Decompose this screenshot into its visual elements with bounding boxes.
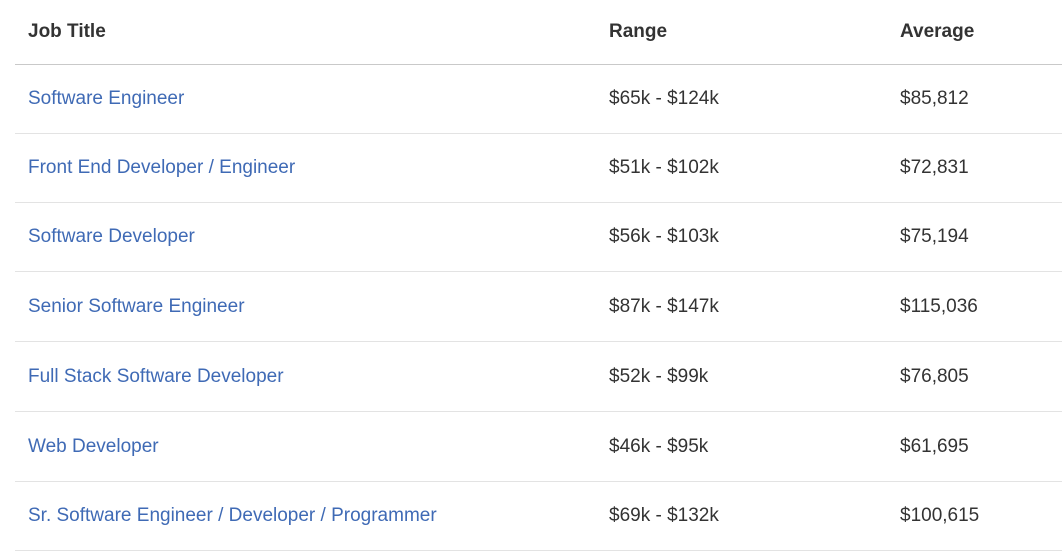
average-cell: $115,036 [887,271,1062,342]
average-cell: $76,805 [887,341,1062,412]
job-title-link[interactable]: Software Developer [28,226,195,247]
job-title-link[interactable]: Senior Software Engineer [28,296,245,317]
job-title-link[interactable]: Sr. Software Engineer / Developer / Prog… [28,505,437,526]
table-row: Senior Software Engineer $87k - $147k $1… [15,271,1062,342]
table-row: Software Developer $56k - $103k $75,194 [15,202,1062,272]
range-cell: $52k - $99k [596,341,887,412]
header-job-title: Job Title [15,0,596,65]
average-cell: $85,812 [887,64,1062,134]
job-title-cell: Full Stack Software Developer [15,341,596,412]
job-title-cell: Software Developer [15,202,596,272]
range-cell: $65k - $124k [596,64,887,134]
table-row: Front End Developer / Engineer $51k - $1… [15,133,1062,203]
job-title-link[interactable]: Front End Developer / Engineer [28,157,295,178]
table-row: Full Stack Software Developer $52k - $99… [15,341,1062,412]
range-cell: $46k - $95k [596,411,887,482]
range-cell: $51k - $102k [596,133,887,203]
job-title-link[interactable]: Full Stack Software Developer [28,366,284,387]
job-title-cell: Senior Software Engineer [15,271,596,342]
average-cell: $75,194 [887,202,1062,272]
average-cell: $100,615 [887,481,1062,551]
header-row: Job Title Range Average [15,0,1062,65]
table-body: Software Engineer $65k - $124k $85,812 F… [15,64,1062,551]
table-row: Sr. Software Engineer / Developer / Prog… [15,481,1062,551]
table-row: Software Engineer $65k - $124k $85,812 [15,64,1062,134]
job-title-link[interactable]: Software Engineer [28,88,184,109]
table-header: Job Title Range Average [15,0,1062,65]
job-title-cell: Software Engineer [15,64,596,134]
salary-table-container: Job Title Range Average Software Enginee… [15,0,1062,551]
header-range: Range [596,0,887,65]
range-cell: $87k - $147k [596,271,887,342]
average-cell: $61,695 [887,411,1062,482]
range-cell: $69k - $132k [596,481,887,551]
salary-table: Job Title Range Average Software Enginee… [15,0,1062,551]
job-title-cell: Front End Developer / Engineer [15,133,596,203]
average-cell: $72,831 [887,133,1062,203]
table-row: Web Developer $46k - $95k $61,695 [15,411,1062,482]
range-cell: $56k - $103k [596,202,887,272]
header-average: Average [887,0,1062,65]
job-title-cell: Sr. Software Engineer / Developer / Prog… [15,481,596,551]
job-title-link[interactable]: Web Developer [28,436,159,457]
job-title-cell: Web Developer [15,411,596,482]
